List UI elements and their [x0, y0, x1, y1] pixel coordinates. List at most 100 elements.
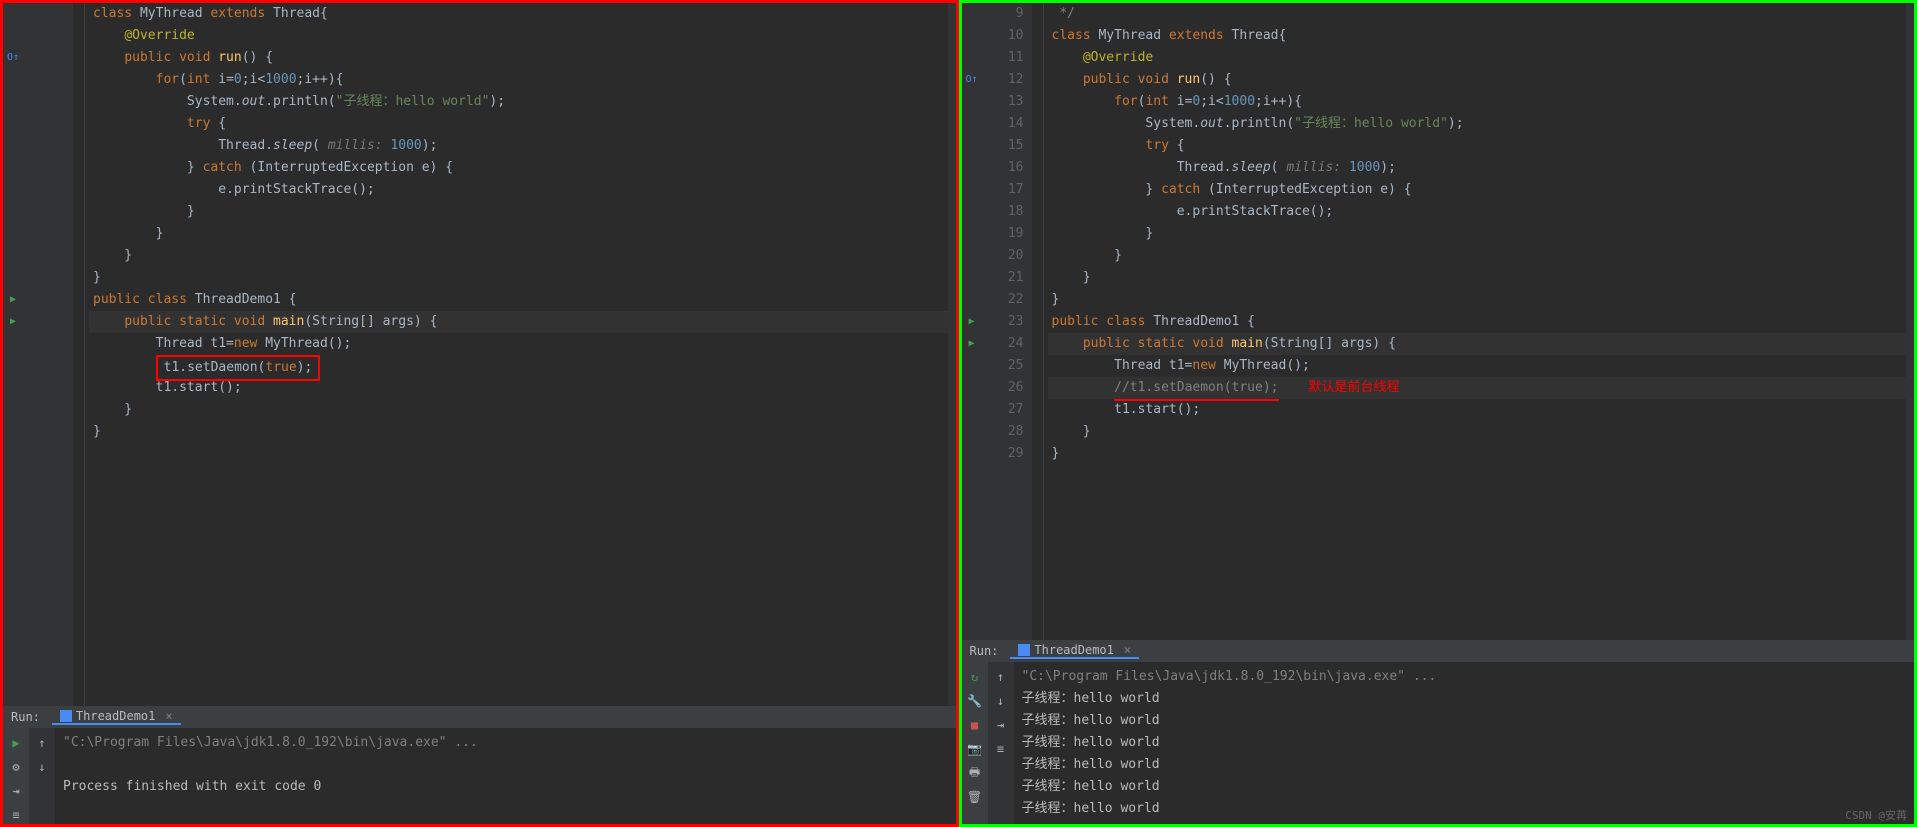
up-button[interactable]: ↑ [33, 734, 51, 752]
override-gutter-icon[interactable]: O↑ [3, 47, 23, 69]
scroll-button[interactable]: ≡ [992, 740, 1010, 758]
code-line[interactable]: } [1048, 421, 1907, 443]
run-config-button[interactable]: 🔧 [966, 692, 984, 710]
editor-area-right[interactable]: O↑▶▶ 91011121314151617181920212223242526… [962, 3, 1915, 640]
code-line[interactable]: public void run() { [1048, 69, 1907, 91]
line-number [23, 113, 65, 135]
code-line[interactable]: } [89, 201, 948, 223]
up-button[interactable]: ↑ [992, 668, 1010, 686]
code-line[interactable]: } catch (InterruptedException e) { [1048, 179, 1907, 201]
stop-button[interactable]: ■ [966, 716, 984, 734]
code-line[interactable]: } [89, 399, 948, 421]
code-line[interactable]: e.printStackTrace(); [89, 179, 948, 201]
code-line[interactable]: } [89, 245, 948, 267]
code-line[interactable]: public void run() { [89, 47, 948, 69]
code-line[interactable]: @Override [1048, 47, 1907, 69]
code-line[interactable]: for(int i=0;i<1000;i++){ [1048, 91, 1907, 113]
code-area-left[interactable]: class MyThread extends Thread{ @Override… [85, 3, 948, 706]
console-output-left[interactable]: "C:\Program Files\Java\jdk1.8.0_192\bin\… [55, 728, 956, 824]
code-line[interactable]: } catch (InterruptedException e) { [89, 157, 948, 179]
run-header-right: Run: ThreadDemo1 × [962, 640, 1915, 662]
code-area-right[interactable]: */class MyThread extends Thread{ @Overri… [1044, 3, 1907, 640]
run-tab-title: ThreadDemo1 [76, 709, 155, 723]
console-line: 子线程：hello world [1022, 776, 1907, 798]
code-line[interactable]: public static void main(String[] args) { [1048, 333, 1907, 355]
code-line[interactable]: Thread t1=new MyThread(); [89, 333, 948, 355]
print-button[interactable]: 🖶 [966, 764, 984, 782]
code-line[interactable]: } [89, 421, 948, 443]
code-line[interactable]: Thread.sleep( millis: 1000); [1048, 157, 1907, 179]
run-toolbar-right: ↻ 🔧 ■ 📷 🖶 🗑 [962, 662, 988, 824]
fold-column-left [73, 3, 85, 706]
close-icon[interactable]: × [1124, 643, 1131, 657]
override-gutter-icon[interactable]: O↑ [962, 69, 982, 91]
code-line[interactable]: class MyThread extends Thread{ [89, 3, 948, 25]
line-number [23, 377, 65, 399]
soft-wrap-button[interactable]: ⇥ [992, 716, 1010, 734]
dump-threads-button[interactable]: 📷 [966, 740, 984, 758]
scroll-to-end-button[interactable]: ≡ [7, 806, 25, 824]
code-line[interactable]: @Override [89, 25, 948, 47]
run-gutter-icon[interactable]: ▶ [962, 333, 982, 355]
line-number: 16 [982, 157, 1024, 179]
minimap-right[interactable] [1906, 3, 1914, 640]
line-numbers-left [23, 3, 73, 706]
run-config-icon [60, 710, 72, 722]
code-line[interactable]: try { [89, 113, 948, 135]
code-line[interactable]: //t1.setDaemon(true);默认是前台线程 [1048, 377, 1907, 399]
run-panel-left: Run: ThreadDemo1 × ▶ ⚙ ⇥ ≡ ↑ ↓ "C:\Progr… [3, 706, 956, 824]
code-line[interactable]: } [89, 223, 948, 245]
code-line[interactable]: public class ThreadDemo1 { [1048, 311, 1907, 333]
code-line[interactable]: public static void main(String[] args) { [89, 311, 948, 333]
line-number: 29 [982, 443, 1024, 465]
line-number: 28 [982, 421, 1024, 443]
minimap-left[interactable] [948, 3, 956, 706]
run-header-left: Run: ThreadDemo1 × [3, 706, 956, 728]
delete-button[interactable]: 🗑 [966, 788, 984, 806]
code-line[interactable]: Thread t1=new MyThread(); [1048, 355, 1907, 377]
code-line[interactable]: System.out.println("子线程：hello world"); [89, 91, 948, 113]
code-line[interactable]: t1.setDaemon(true); [89, 355, 948, 377]
code-line[interactable]: e.printStackTrace(); [1048, 201, 1907, 223]
code-line[interactable]: } [1048, 245, 1907, 267]
line-number: 11 [982, 47, 1024, 69]
down-button[interactable]: ↓ [33, 758, 51, 776]
line-number [23, 399, 65, 421]
line-number [23, 355, 65, 377]
down-button[interactable]: ↓ [992, 692, 1010, 710]
right-panel: O↑▶▶ 91011121314151617181920212223242526… [959, 0, 1917, 827]
line-number: 17 [982, 179, 1024, 201]
code-line[interactable]: class MyThread extends Thread{ [1048, 25, 1907, 47]
run-gutter-icon[interactable]: ▶ [3, 311, 23, 333]
code-line[interactable]: public class ThreadDemo1 { [89, 289, 948, 311]
code-line[interactable]: */ [1048, 3, 1907, 25]
close-icon[interactable]: × [165, 709, 172, 723]
run-tab[interactable]: ThreadDemo1 × [52, 709, 181, 725]
code-line[interactable]: try { [1048, 135, 1907, 157]
console-output-right[interactable]: "C:\Program Files\Java\jdk1.8.0_192\bin\… [1014, 662, 1915, 824]
code-line[interactable]: } [1048, 289, 1907, 311]
toggle-soft-wrap-button[interactable]: ⇥ [7, 782, 25, 800]
code-line[interactable]: } [1048, 443, 1907, 465]
line-number [23, 25, 65, 47]
run-tab[interactable]: ThreadDemo1 × [1010, 643, 1139, 659]
code-line[interactable]: } [1048, 223, 1907, 245]
code-line[interactable]: } [89, 267, 948, 289]
rerun-button[interactable]: ↻ [966, 668, 984, 686]
editor-area-left[interactable]: O↑ ▶▶ class MyThread extends Thread{ @Ove… [3, 3, 956, 706]
code-line[interactable]: for(int i=0;i<1000;i++){ [89, 69, 948, 91]
line-number [23, 47, 65, 69]
console-line: 子线程：hello world [1022, 754, 1907, 776]
line-number: 10 [982, 25, 1024, 47]
run-config-button[interactable]: ⚙ [7, 758, 25, 776]
line-number [23, 267, 65, 289]
rerun-button[interactable]: ▶ [7, 734, 25, 752]
code-line[interactable]: System.out.println("子线程：hello world"); [1048, 113, 1907, 135]
run-gutter-icon[interactable]: ▶ [962, 311, 982, 333]
run-gutter-icon[interactable]: ▶ [3, 289, 23, 311]
code-line[interactable]: t1.start(); [89, 377, 948, 399]
code-line[interactable]: Thread.sleep( millis: 1000); [89, 135, 948, 157]
console-line: Process finished with exit code 0 [63, 776, 948, 798]
code-line[interactable]: } [1048, 267, 1907, 289]
code-line[interactable]: t1.start(); [1048, 399, 1907, 421]
